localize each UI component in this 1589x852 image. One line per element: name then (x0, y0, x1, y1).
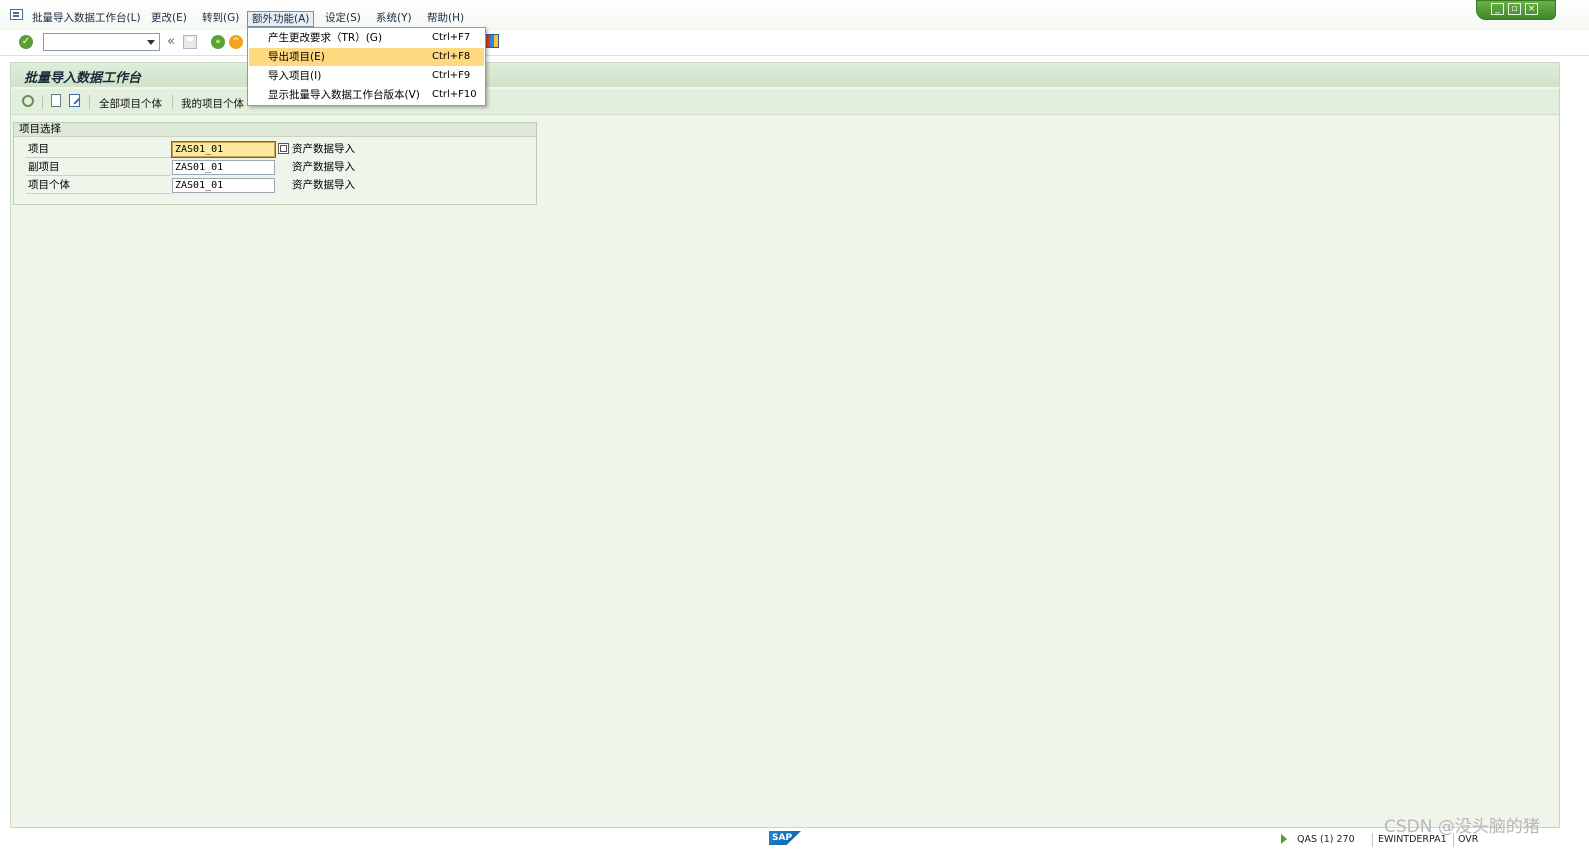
menu-item-label: 导出项目(E) (268, 51, 325, 63)
menu-item-label: 产生更改要求（TR）(G) (268, 32, 383, 44)
menu-item-label: 导入项目(I) (268, 70, 322, 82)
menu-item-import-project[interactable]: 导入项目(I) Ctrl+F9 (249, 67, 484, 85)
extras-dropdown-menu: 产生更改要求（TR）(G) Ctrl+F7 导出项目(E) Ctrl+F8 导入… (247, 27, 486, 106)
menu-item-shortcut: Ctrl+F8 (432, 51, 471, 62)
menu-item-show-version[interactable]: 显示批量导入数据工作台版本(V) Ctrl+F10 (249, 86, 484, 104)
menu-item-system[interactable]: 系统(Y) (372, 11, 416, 27)
command-field[interactable] (43, 33, 160, 51)
toolbar-divider (42, 95, 43, 109)
main-panel: 批量导入数据工作台 全部项目个体 我的项目个体 项目选择 项目 ZAS01_01… (10, 62, 1560, 828)
selection-group: 项目选择 项目 ZAS01_01 资产数据导入 副项目 ZAS01_01 资产数… (13, 122, 537, 205)
collapse-toolbar-icon[interactable]: « (167, 34, 175, 49)
menu-item-export-project[interactable]: 导出项目(E) Ctrl+F8 (249, 48, 484, 66)
window-controls: _ ▫ × (1476, 0, 1556, 20)
restore-icon[interactable]: ▫ (1508, 3, 1521, 15)
system-info[interactable]: QAS (1) 270 (1297, 834, 1355, 845)
toolbar-divider (89, 95, 90, 109)
edit-icon[interactable] (69, 94, 80, 107)
minimize-icon[interactable]: _ (1491, 3, 1504, 15)
menu-item-shortcut: Ctrl+F7 (432, 32, 471, 43)
close-icon[interactable]: × (1525, 3, 1538, 15)
value-help-icon[interactable] (278, 143, 289, 154)
my-runs-button[interactable]: 我的项目个体 (181, 96, 244, 111)
execute-icon[interactable] (22, 95, 34, 107)
project-input[interactable]: ZAS01_01 (171, 141, 276, 158)
subproject-description: 资产数据导入 (292, 161, 355, 173)
field-row-project: 项目 ZAS01_01 资产数据导入 (26, 141, 526, 158)
run-label: 项目个体 (26, 177, 171, 194)
application-toolbar: 全部项目个体 我的项目个体 (11, 89, 1559, 115)
menu-item-shortcut: Ctrl+F9 (432, 70, 471, 81)
menu-item-settings[interactable]: 设定(S) (321, 11, 365, 27)
sap-logo: SAP (769, 831, 801, 845)
status-divider (1372, 833, 1373, 847)
menu-item-goto[interactable]: 转到(G) (198, 11, 243, 27)
title-bar: 批量导入数据工作台 (11, 63, 1559, 87)
project-label: 项目 (26, 141, 171, 158)
app-menu-icon[interactable] (10, 9, 23, 20)
field-row-run: 项目个体 ZAS01_01 资产数据导入 (26, 177, 526, 194)
menu-item-edit[interactable]: 更改(E) (147, 11, 191, 27)
back-icon[interactable]: « (211, 35, 225, 49)
menu-bar: 批量导入数据工作台(L) 更改(E) 转到(G) 额外功能(A) 设定(S) 系… (0, 0, 1589, 30)
run-description: 资产数据导入 (292, 179, 355, 191)
toolbar-divider (172, 95, 173, 109)
subproject-label: 副项目 (26, 159, 171, 176)
run-input[interactable]: ZAS01_01 (172, 178, 275, 193)
menu-item-label: 显示批量导入数据工作台版本(V) (268, 89, 420, 101)
chevron-down-icon[interactable] (147, 40, 155, 45)
system-toolbar: ✓ « « ^ (0, 30, 1589, 56)
layout-menu-icon[interactable] (485, 34, 499, 48)
menu-item-shortcut: Ctrl+F10 (432, 89, 477, 100)
exit-icon[interactable]: ^ (229, 35, 243, 49)
menu-item-help[interactable]: 帮助(H) (423, 11, 468, 27)
status-bar: SAP QAS (1) 270 EWINTDERPA1 OVR (0, 829, 1589, 852)
group-title: 项目选择 (14, 123, 536, 137)
watermark: CSDN @没头脑的猪 (1384, 817, 1540, 837)
project-description: 资产数据导入 (292, 143, 355, 155)
save-icon[interactable] (183, 35, 197, 49)
new-document-icon[interactable] (51, 94, 61, 107)
all-runs-button[interactable]: 全部项目个体 (99, 96, 162, 111)
menu-item-workbench[interactable]: 批量导入数据工作台(L) (28, 11, 145, 27)
subproject-input[interactable]: ZAS01_01 (172, 160, 275, 175)
menu-item-extras[interactable]: 额外功能(A) (247, 11, 315, 27)
page-title: 批量导入数据工作台 (24, 71, 142, 86)
play-icon[interactable] (1281, 834, 1287, 844)
menu-item-create-transport[interactable]: 产生更改要求（TR）(G) Ctrl+F7 (249, 29, 484, 47)
enter-check-icon[interactable]: ✓ (19, 35, 33, 49)
field-row-subproject: 副项目 ZAS01_01 资产数据导入 (26, 159, 526, 176)
